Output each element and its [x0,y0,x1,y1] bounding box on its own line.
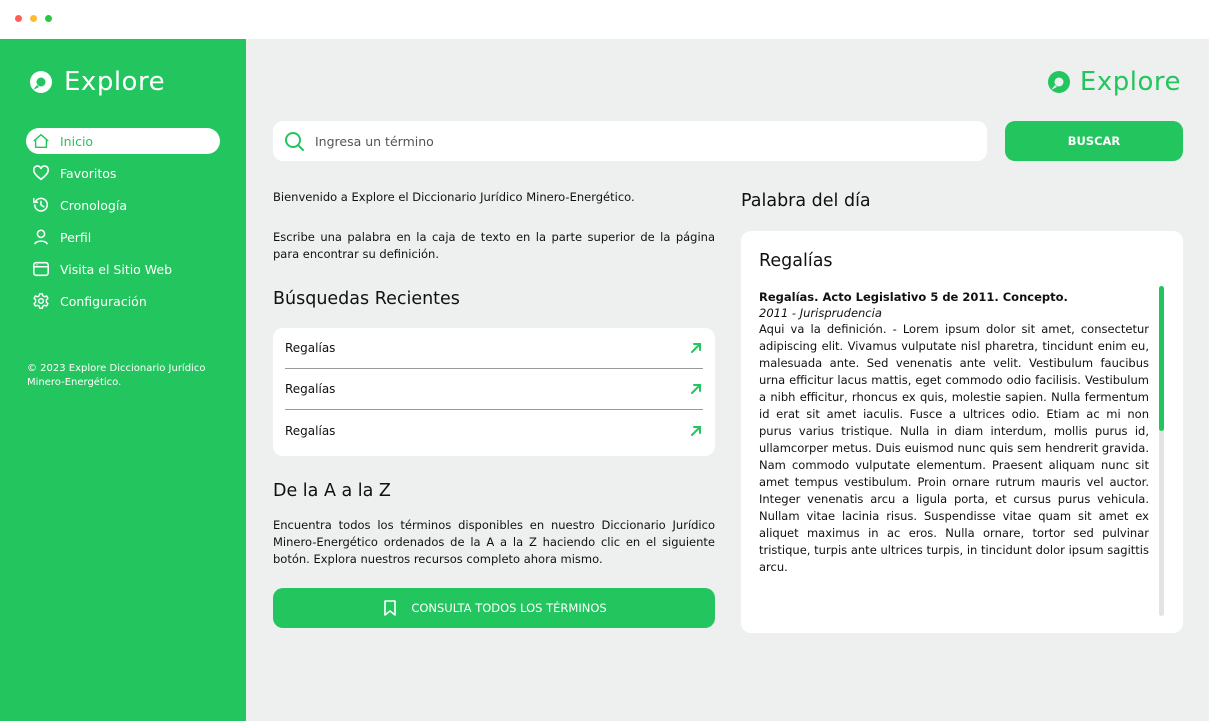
bookmark-icon [384,600,397,616]
entry-subtitle: 2011 - Jurisprudencia [759,306,882,320]
search-icon [285,132,304,151]
explore-logo-icon [1047,71,1070,93]
header-logo[interactable]: Explore [1046,67,1181,97]
scrollbar-thumb[interactable] [1159,286,1164,431]
sidebar-item-label: Favoritos [60,165,117,181]
arrow-up-right-icon [691,425,701,436]
sidebar-item-label: Visita el Sitio Web [60,261,173,277]
browser-icon [33,261,49,277]
a-to-z-description: Encuentra todos los términos disponibles… [273,518,715,566]
word-of-the-day-card: Regalías Regalías. Acto Legislativo 5 de… [741,231,1183,633]
search-bar [273,121,987,161]
sidebar-logo[interactable]: Explore [28,67,165,97]
sidebar: Explore Inicio Favoritos Cronología Perf… [0,39,246,721]
view-all-terms-button[interactable]: CONSULTA TODOS LOS TÉRMINOS [273,588,715,628]
sidebar-item-configuracion[interactable]: Configuración [26,288,220,314]
view-all-terms-label: CONSULTA TODOS LOS TÉRMINOS [411,601,607,615]
word-of-the-day-word: Regalías [759,251,833,271]
recent-searches-list: Regalías Regalías Regalías [273,328,715,456]
arrow-up-right-icon [691,384,701,394]
welcome-text: Bienvenido a Explore el Diccionario Jurí… [273,190,635,204]
history-icon [33,197,49,212]
close-window-button[interactable] [15,15,22,22]
header-brand-name: Explore [1079,67,1181,97]
search-input[interactable] [315,133,915,149]
recent-searches-title: Búsquedas Recientes [273,289,460,309]
explore-logo-icon [30,71,52,93]
recent-search-label: Regalías [285,423,336,438]
sidebar-item-perfil[interactable]: Perfil [26,224,220,250]
sidebar-brand-name: Explore [64,67,166,97]
entry-definition: Aqui va la definición. - Lorem ipsum dol… [759,322,1149,574]
definition-scrollbar[interactable] [1159,286,1164,616]
copyright-text: © 2023 Explore Diccionario Jurídico Mine… [27,363,206,388]
sidebar-nav: Inicio Favoritos Cronología Perfil Visit… [26,128,220,320]
window-titlebar [0,0,1209,39]
recent-search-item[interactable]: Regalías [285,328,703,369]
user-icon [33,229,49,245]
recent-search-item[interactable]: Regalías [285,369,703,410]
maximize-window-button[interactable] [45,15,52,22]
sidebar-item-label: Perfil [60,229,92,245]
recent-search-label: Regalías [285,382,336,396]
gear-icon [33,293,49,309]
word-of-the-day-title: Palabra del día [741,191,871,211]
sidebar-item-label: Configuración [60,293,147,309]
sidebar-item-sitio-web[interactable]: Visita el Sitio Web [26,256,220,282]
sidebar-item-label: Inicio [60,133,94,149]
arrow-up-right-icon [691,343,701,353]
heart-icon [32,165,50,181]
sidebar-item-favoritos[interactable]: Favoritos [26,160,220,186]
minimize-window-button[interactable] [30,15,37,22]
search-button[interactable]: BUSCAR [1005,121,1183,161]
sidebar-item-label: Cronología [60,197,127,213]
recent-search-item[interactable]: Regalías [285,410,703,451]
sidebar-item-inicio[interactable]: Inicio [26,128,220,154]
main-content: Explore BUSCAR Bienvenido a Explore el D… [246,39,1209,721]
instructions-text: Escribe una palabra en la caja de texto … [273,230,715,261]
recent-search-label: Regalías [285,341,336,355]
sidebar-item-cronologia[interactable]: Cronología [26,192,220,218]
word-definition-entry: Regalías. Acto Legislativo 5 de 2011. Co… [759,289,1149,576]
a-to-z-title: De la A a la Z [273,481,391,501]
home-icon [33,133,49,149]
entry-title: Regalías. Acto Legislativo 5 de 2011. Co… [759,290,1068,304]
